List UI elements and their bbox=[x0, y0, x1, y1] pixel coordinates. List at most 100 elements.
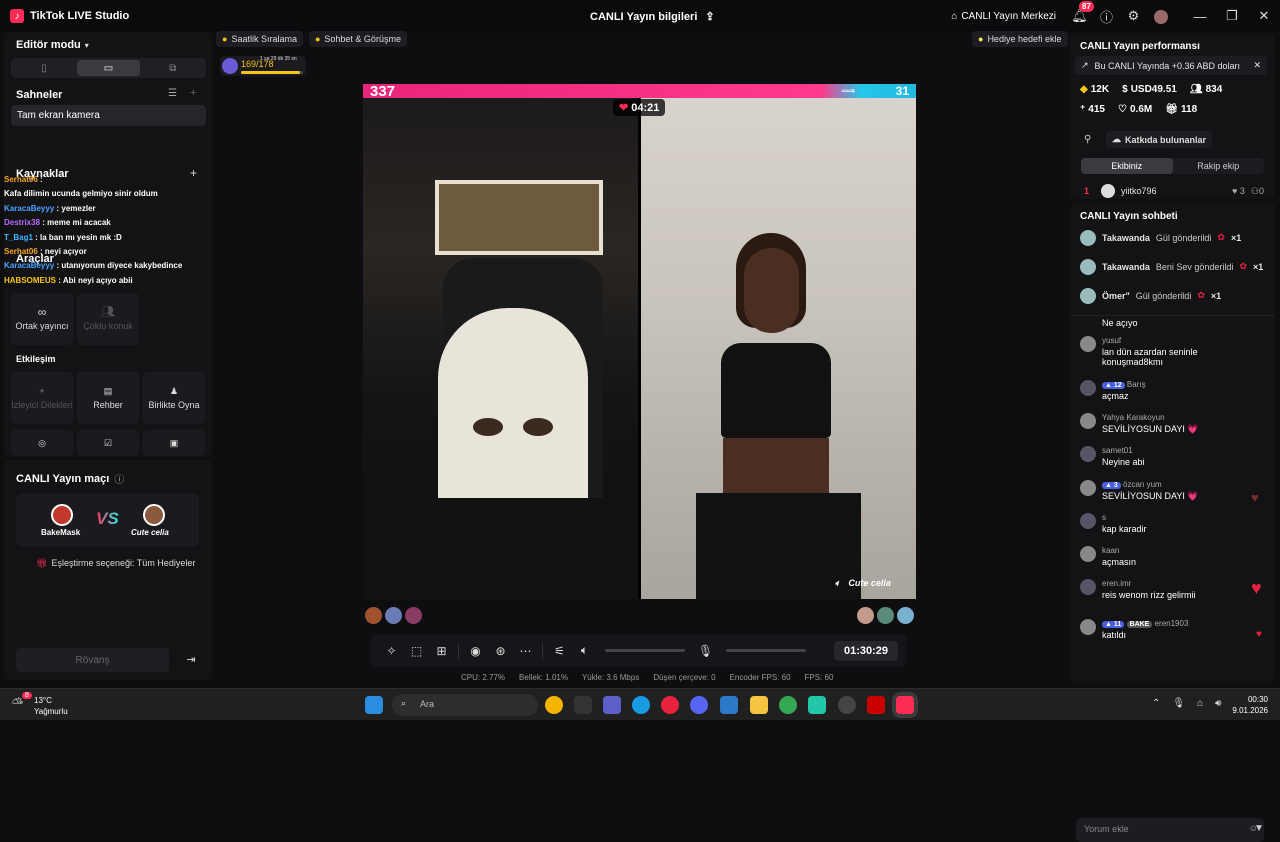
multi-guest-tool[interactable]: 👥︎ Çoklu konuk bbox=[77, 293, 139, 345]
rematch-button[interactable]: Rövanş bbox=[16, 648, 169, 672]
opera-icon[interactable] bbox=[661, 696, 679, 714]
clock[interactable]: 00:30 9.01.2026 bbox=[1232, 694, 1268, 716]
contributors-button[interactable]: ☁ Katkıda bulunanlar bbox=[1106, 131, 1213, 148]
help-icon[interactable]: ⓘ bbox=[114, 471, 124, 486]
viewers-metric: 👥︎ 834 bbox=[1189, 84, 1223, 95]
volume-slider[interactable] bbox=[605, 649, 685, 652]
performance-title: CANLI Yayın performansı bbox=[1080, 41, 1200, 52]
live-preview[interactable]: 337 ⟹ 31 ❤ 04:21 🔈︎ Cute celia bbox=[363, 84, 916, 599]
settings-button[interactable]: ⚙ bbox=[1120, 8, 1147, 24]
editor-mode-dropdown[interactable]: Editör modu ▾ bbox=[16, 39, 89, 51]
battle-timer: ❤ 04:21 bbox=[613, 99, 666, 116]
comment-placeholder: Yorum ekle bbox=[1084, 824, 1129, 834]
tab-rival-team[interactable]: Rakip ekip bbox=[1173, 158, 1265, 174]
volume-icon[interactable]: 🔊︎ bbox=[1215, 698, 1221, 709]
control-bar: ✧ ⬚ ⊞ ◉ ⊛ ⋯ ⚟ 🔈︎ 🎙︎ 01:30:29 bbox=[371, 634, 906, 667]
record-icon[interactable]: ◉ bbox=[463, 644, 488, 658]
list-icon[interactable]: ☰ bbox=[168, 88, 177, 99]
notification-button[interactable]: 🔔︎ 87 bbox=[1066, 1, 1094, 24]
effects-icon[interactable]: ✧ bbox=[379, 644, 404, 658]
rose-icon: ✿ bbox=[1197, 290, 1205, 300]
chrome-icon[interactable] bbox=[545, 696, 563, 714]
speaker-icon[interactable]: 🔈︎ bbox=[835, 578, 840, 589]
rank-icon bbox=[222, 58, 238, 74]
minimize-button[interactable]: — bbox=[1184, 9, 1216, 24]
transform-icon[interactable]: ⬚ bbox=[404, 644, 429, 658]
landscape-layout-icon[interactable]: ▭ bbox=[77, 60, 140, 76]
inbox-tool[interactable]: ▣ bbox=[143, 430, 205, 456]
checklist-tool[interactable]: ☑ bbox=[77, 430, 139, 456]
add-scene-icon[interactable]: + bbox=[190, 87, 196, 99]
scene-item[interactable]: Tam ekran kamera bbox=[11, 105, 206, 126]
hourly-ranking-label: Saatlik Sıralama bbox=[231, 34, 297, 44]
discord-icon[interactable] bbox=[690, 696, 708, 714]
opponent-video bbox=[641, 98, 916, 599]
mail-icon[interactable] bbox=[720, 696, 738, 714]
play-together-tool[interactable]: ♟ Birlikte Oyna bbox=[143, 372, 205, 424]
more-icon[interactable]: ⋯ bbox=[513, 644, 538, 658]
live-info-button[interactable]: CANLI Yayın bilgileri ⇪ bbox=[590, 10, 715, 24]
edge-icon[interactable] bbox=[632, 696, 650, 714]
user-settings-icon[interactable]: ⚲ bbox=[1084, 134, 1091, 145]
tab-our-team[interactable]: Ekibiniz bbox=[1081, 158, 1173, 174]
start-icon[interactable] bbox=[365, 696, 383, 714]
obs-icon[interactable] bbox=[838, 696, 856, 714]
chrome-alt-icon[interactable] bbox=[779, 696, 797, 714]
network-icon[interactable]: ⌂ bbox=[1197, 698, 1203, 709]
sliders-icon[interactable]: ⚟ bbox=[547, 644, 572, 658]
app-icon[interactable] bbox=[808, 696, 826, 714]
supporter-avatar[interactable] bbox=[385, 607, 402, 624]
exit-icon[interactable]: ⇥ bbox=[179, 648, 203, 672]
mic-icon[interactable]: 🎙︎ bbox=[693, 644, 718, 658]
portrait-layout-icon[interactable]: ▯ bbox=[13, 60, 75, 76]
supporter-avatar[interactable] bbox=[897, 607, 914, 624]
supporter-avatar[interactable] bbox=[365, 607, 382, 624]
close-icon[interactable]: ✕ bbox=[1253, 60, 1261, 71]
wall-poster bbox=[435, 180, 603, 255]
dual-layout-icon[interactable]: ⧉ bbox=[142, 60, 204, 76]
users-icon: 👥︎ bbox=[101, 305, 115, 318]
folder-icon[interactable] bbox=[750, 696, 768, 714]
live-center-button[interactable]: ⌂ CANLI Yayın Merkezi bbox=[951, 11, 1056, 22]
help-button[interactable]: ⓘ bbox=[1093, 7, 1120, 26]
mic-icon[interactable]: 🎙︎ bbox=[1172, 698, 1185, 709]
profile-avatar[interactable] bbox=[1147, 8, 1174, 24]
gift-item: Ömer" Gül gönderildi ✿ ×1 bbox=[1080, 281, 1270, 310]
gift-goal-button[interactable]: ● Hediye hedefi ekle bbox=[972, 31, 1068, 47]
supporter-avatar[interactable] bbox=[857, 607, 874, 624]
floating-heart-icon: ♥ bbox=[1256, 629, 1262, 640]
youtube-icon[interactable] bbox=[867, 696, 885, 714]
mic-slider[interactable] bbox=[726, 649, 806, 652]
chevron-up-icon[interactable]: ⌃ bbox=[1152, 698, 1160, 709]
stickers-icon[interactable]: ⊞ bbox=[429, 644, 454, 658]
taskbar-search[interactable]: ⌕ Ara bbox=[392, 694, 538, 716]
star-icon: ● bbox=[314, 34, 321, 44]
supporter-avatar[interactable] bbox=[877, 607, 894, 624]
teams-icon[interactable] bbox=[603, 696, 621, 714]
cohost-tool[interactable]: ∞ Ortak yayıncı bbox=[11, 293, 73, 345]
rank-zero: ⚇0 bbox=[1250, 185, 1264, 196]
temperature: 13°C bbox=[34, 696, 52, 705]
target-tool[interactable]: ◎ bbox=[11, 430, 73, 456]
rose-icon: ✿ bbox=[1239, 261, 1247, 271]
home-icon: ⌂ bbox=[951, 10, 958, 22]
checklist-icon: ☑ bbox=[103, 437, 113, 448]
snapshot-icon[interactable]: ⊛ bbox=[488, 644, 513, 658]
weather-widget[interactable]: ⛅︎ 8 bbox=[12, 692, 32, 715]
comment-input[interactable]: Yorum ekle ☺ bbox=[1076, 818, 1264, 842]
opponent-label: 🔈︎ Cute celia bbox=[835, 578, 891, 589]
viewer-wishes-tool[interactable]: ✦ İzleyici Dilekleri bbox=[11, 372, 73, 424]
volume-icon[interactable]: 🔈︎ bbox=[572, 643, 597, 658]
supporter-avatar[interactable] bbox=[405, 607, 422, 624]
tiktok-studio-icon[interactable] bbox=[896, 696, 914, 714]
progress-fill bbox=[241, 71, 300, 74]
guide-tool[interactable]: ▤ Rehber bbox=[77, 372, 139, 424]
avatar bbox=[1080, 513, 1096, 529]
close-button[interactable]: ✕ bbox=[1248, 8, 1280, 24]
filter-icon[interactable]: ▼ bbox=[1254, 823, 1264, 834]
gifters-metric: 🎁︎ 118 bbox=[1165, 104, 1198, 115]
chat-call-chip[interactable]: ● Sohbet & Görüşme bbox=[308, 31, 407, 47]
store-icon[interactable] bbox=[574, 696, 592, 714]
maximize-button[interactable]: ❐ bbox=[1216, 8, 1248, 24]
hourly-ranking-chip[interactable]: ● Saatlik Sıralama bbox=[216, 31, 303, 47]
